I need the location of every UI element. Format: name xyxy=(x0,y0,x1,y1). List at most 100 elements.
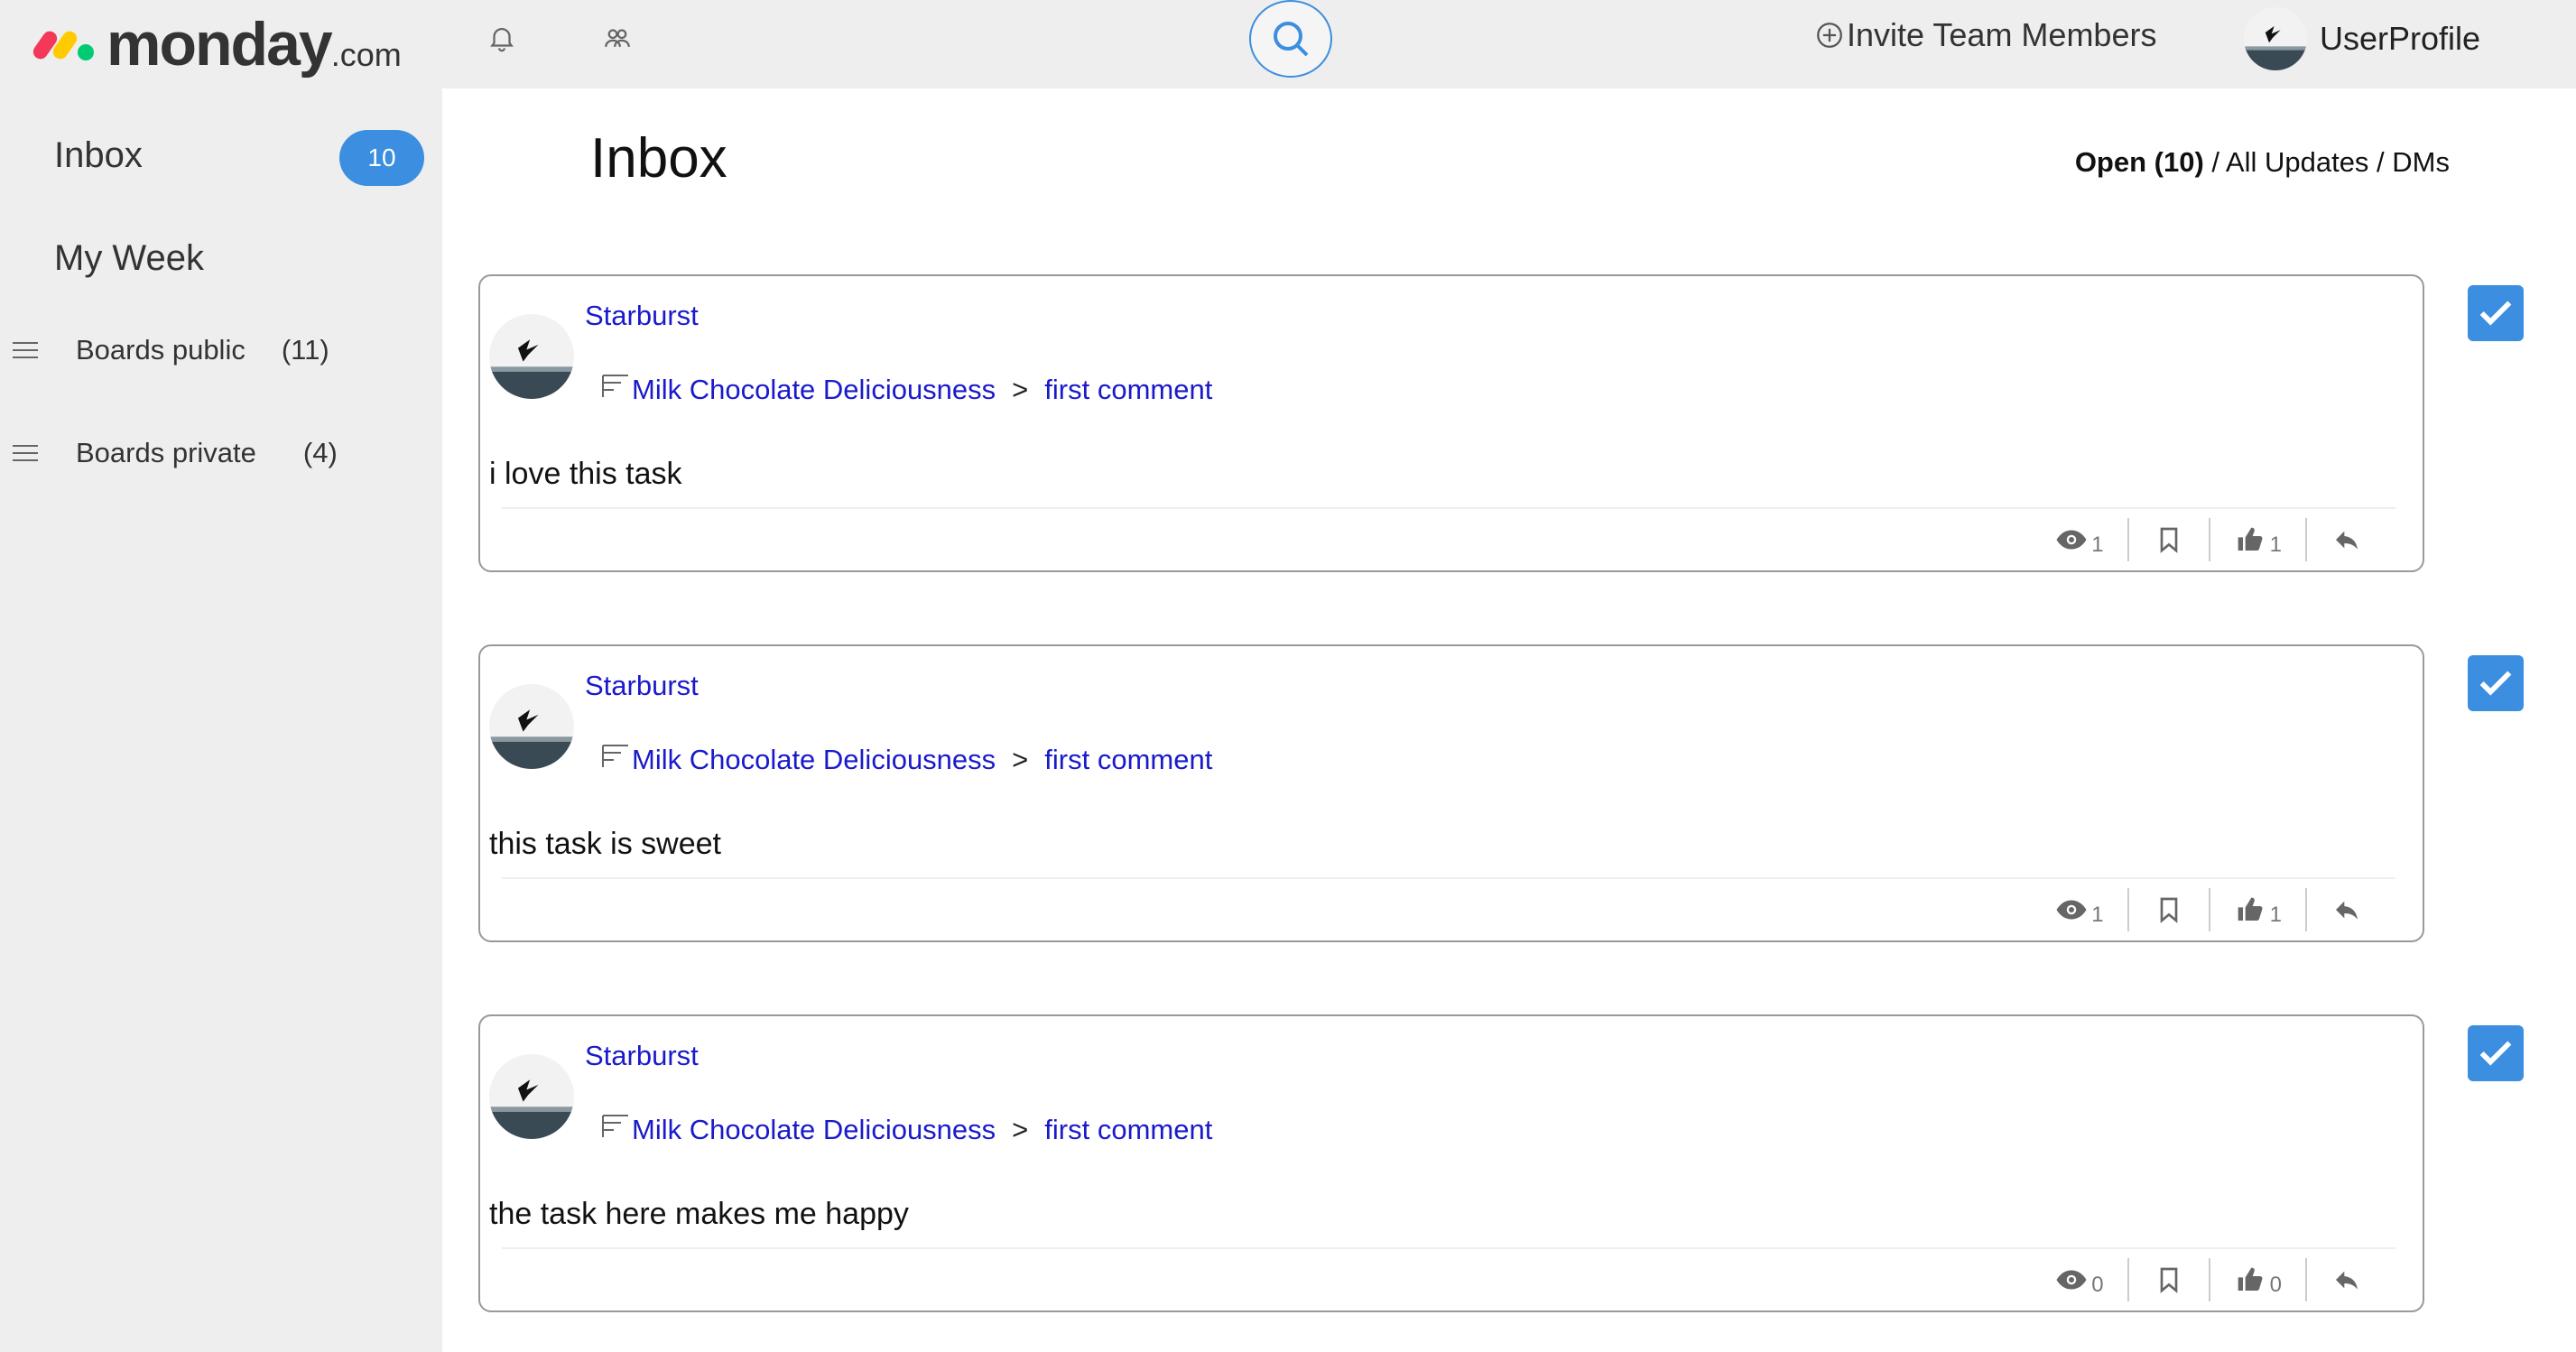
logo-word: monday xyxy=(107,10,333,79)
breadcrumb-separator: > xyxy=(1012,744,1029,775)
invite-label: Invite Team Members xyxy=(1847,16,2157,53)
board-link[interactable]: Milk Chocolate Deliciousness xyxy=(632,744,996,776)
sidebar-item-label: Boards private xyxy=(76,437,256,468)
seen-count: 1 xyxy=(2091,903,2104,927)
update-actions: 0 0 xyxy=(2055,1255,2386,1305)
board-link[interactable]: Milk Chocolate Deliciousness xyxy=(632,1114,996,1146)
seen-button[interactable]: 0 xyxy=(2055,1258,2127,1301)
top-bar: monday .com Invite Team Members UserProf… xyxy=(0,0,2576,88)
reply-icon xyxy=(2336,901,2358,920)
people-icon[interactable] xyxy=(599,20,635,56)
sidebar-item-label: Boards public xyxy=(76,334,246,366)
like-count: 1 xyxy=(2269,532,2282,557)
logo[interactable]: monday .com xyxy=(30,9,402,79)
breadcrumb: Milk Chocolate Deliciousness > first com… xyxy=(601,1114,1212,1146)
update-lines-icon xyxy=(602,745,628,767)
update-text: this task is sweet xyxy=(489,827,721,861)
search-button[interactable] xyxy=(1249,0,1332,78)
seen-button[interactable]: 1 xyxy=(2055,518,2127,561)
avatar xyxy=(489,1054,574,1139)
seen-count: 1 xyxy=(2091,532,2104,557)
author-link[interactable]: Starburst xyxy=(585,300,699,332)
item-link[interactable]: first comment xyxy=(1044,1114,1212,1146)
update-card: Starburst Milk Chocolate Deliciousness >… xyxy=(478,1014,2424,1312)
board-count: (11) xyxy=(281,334,329,366)
update-actions: 1 1 xyxy=(2055,884,2386,935)
bookmark-icon xyxy=(2160,1267,2177,1293)
seen-button[interactable]: 1 xyxy=(2055,888,2127,931)
like-count: 0 xyxy=(2269,1273,2282,1297)
mark-done-checkbox[interactable] xyxy=(2468,1025,2524,1081)
user-profile-button[interactable]: UserProfile xyxy=(2244,7,2480,70)
filter-open[interactable]: Open (10) xyxy=(2075,146,2204,178)
plus-circle-icon xyxy=(1817,23,1842,48)
update-card: Starburst Milk Chocolate Deliciousness >… xyxy=(478,274,2424,572)
menu-icon xyxy=(13,342,38,358)
breadcrumb-separator: > xyxy=(1012,374,1029,405)
reply-button[interactable] xyxy=(2305,518,2386,561)
avatar xyxy=(2244,7,2307,70)
divider xyxy=(502,877,2395,879)
bell-icon[interactable] xyxy=(484,20,520,56)
inbox-filters: Open (10) / All Updates / DMs xyxy=(2075,146,2450,179)
bookmark-button[interactable] xyxy=(2127,1258,2209,1301)
eye-icon xyxy=(2056,1270,2087,1290)
author-link[interactable]: Starburst xyxy=(585,670,699,702)
update-lines-icon xyxy=(602,1115,628,1137)
logo-mark-icon xyxy=(30,26,97,62)
sidebar-item-inbox[interactable]: Inbox xyxy=(54,135,143,176)
bookmark-button[interactable] xyxy=(2127,888,2209,931)
update-card: Starburst Milk Chocolate Deliciousness >… xyxy=(478,644,2424,942)
item-link[interactable]: first comment xyxy=(1044,374,1212,406)
mark-done-checkbox[interactable] xyxy=(2468,285,2524,341)
thumbs-up-icon xyxy=(2238,1267,2263,1291)
like-button[interactable]: 0 xyxy=(2208,1258,2305,1301)
thumbs-up-icon xyxy=(2238,897,2263,921)
like-button[interactable]: 1 xyxy=(2208,888,2305,931)
like-button[interactable]: 1 xyxy=(2208,518,2305,561)
inbox-count-badge: 10 xyxy=(339,130,424,186)
board-link[interactable]: Milk Chocolate Deliciousness xyxy=(632,374,996,406)
logo-suffix: .com xyxy=(330,36,402,73)
thumbs-up-icon xyxy=(2238,527,2263,551)
reply-icon xyxy=(2336,531,2358,550)
profile-label: UserProfile xyxy=(2320,20,2481,57)
reply-button[interactable] xyxy=(2305,1258,2386,1301)
page-title: Inbox xyxy=(590,127,727,190)
eye-icon xyxy=(2056,530,2087,550)
menu-icon xyxy=(13,445,38,461)
breadcrumb: Milk Chocolate Deliciousness > first com… xyxy=(601,374,1212,406)
board-count: (4) xyxy=(302,437,338,468)
update-actions: 1 1 xyxy=(2055,514,2386,565)
sidebar: Inbox 10 My Week Boards public (11) Boar… xyxy=(0,88,442,1352)
sidebar-item-my-week[interactable]: My Week xyxy=(54,238,204,279)
avatar xyxy=(489,684,574,769)
search-icon xyxy=(1274,22,1309,57)
sidebar-item-boards-public[interactable]: Boards public (11) xyxy=(13,334,329,366)
breadcrumb-separator: > xyxy=(1012,1114,1029,1145)
bookmark-icon xyxy=(2160,527,2177,553)
checkmark-icon xyxy=(2479,301,2512,326)
update-lines-icon xyxy=(602,375,628,397)
author-link[interactable]: Starburst xyxy=(585,1040,699,1072)
divider xyxy=(502,507,2395,509)
update-text: the task here makes me happy xyxy=(489,1197,909,1231)
filter-other[interactable]: / All Updates / DMs xyxy=(2204,146,2450,178)
reply-icon xyxy=(2336,1271,2358,1290)
reply-button[interactable] xyxy=(2305,888,2386,931)
breadcrumb: Milk Chocolate Deliciousness > first com… xyxy=(601,744,1212,776)
checkmark-icon xyxy=(2479,671,2512,696)
divider xyxy=(502,1247,2395,1249)
seen-count: 0 xyxy=(2091,1273,2104,1297)
checkmark-icon xyxy=(2479,1041,2512,1066)
item-link[interactable]: first comment xyxy=(1044,744,1212,776)
eye-icon xyxy=(2056,900,2087,920)
sidebar-item-boards-private[interactable]: Boards private (4) xyxy=(13,437,338,469)
avatar xyxy=(489,314,574,399)
bookmark-button[interactable] xyxy=(2127,518,2209,561)
like-count: 1 xyxy=(2269,903,2282,927)
mark-done-checkbox[interactable] xyxy=(2468,655,2524,711)
update-text: i love this task xyxy=(489,457,682,491)
invite-team-members-button[interactable]: Invite Team Members xyxy=(1814,16,2156,54)
bookmark-icon xyxy=(2160,897,2177,923)
